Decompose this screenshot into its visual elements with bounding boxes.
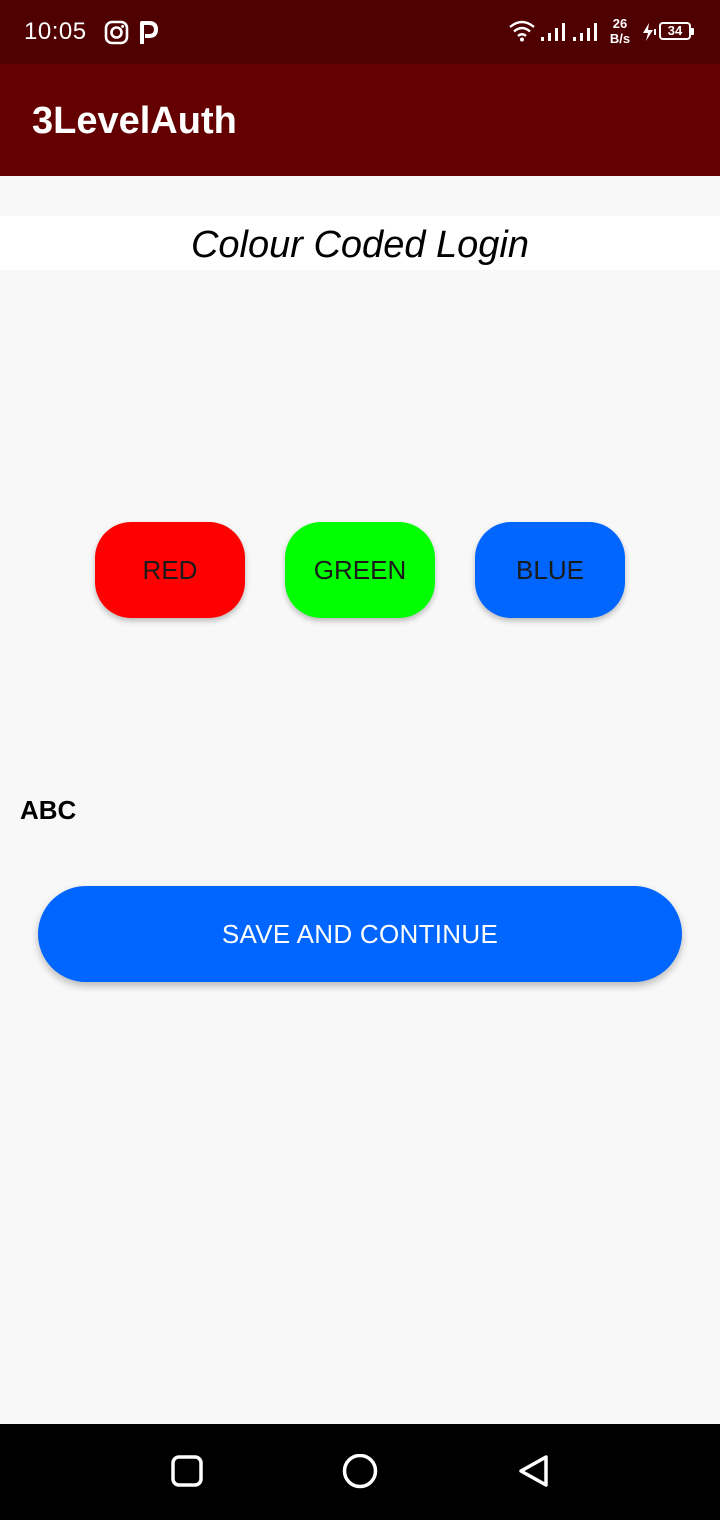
login-heading: Colour Coded Login bbox=[190, 224, 529, 266]
red-button[interactable]: RED bbox=[95, 522, 245, 618]
signal-icon bbox=[573, 23, 597, 41]
back-icon[interactable] bbox=[516, 1454, 552, 1490]
network-speed-value: 26 bbox=[612, 16, 628, 31]
instagram-icon bbox=[104, 20, 129, 45]
blue-button[interactable]: BLUE bbox=[475, 522, 625, 618]
home-icon[interactable] bbox=[341, 1454, 379, 1492]
login-heading-container: Colour Coded Login bbox=[0, 216, 720, 270]
navigation-bar bbox=[0, 1424, 720, 1520]
status-bar: 10:05 26 B/s 34 bbox=[0, 0, 720, 64]
signal-icon bbox=[541, 23, 565, 41]
battery-level: 34 bbox=[667, 23, 683, 38]
green-button[interactable]: GREEN bbox=[285, 522, 435, 618]
save-and-continue-button[interactable]: SAVE AND CONTINUE bbox=[38, 886, 682, 982]
parking-icon bbox=[140, 21, 158, 44]
network-speed-unit: B/s bbox=[609, 31, 631, 46]
battery-icon: 34 bbox=[659, 22, 695, 42]
status-time: 10:05 bbox=[24, 18, 87, 45]
app-bar: 3LevelAuth bbox=[0, 64, 720, 176]
charging-icon bbox=[643, 23, 656, 41]
network-speed: 26 B/s bbox=[606, 16, 634, 46]
recents-icon[interactable] bbox=[170, 1454, 204, 1488]
entered-code-text: ABC bbox=[20, 795, 77, 825]
wifi-icon bbox=[509, 20, 535, 42]
app-title: 3LevelAuth bbox=[32, 100, 237, 142]
